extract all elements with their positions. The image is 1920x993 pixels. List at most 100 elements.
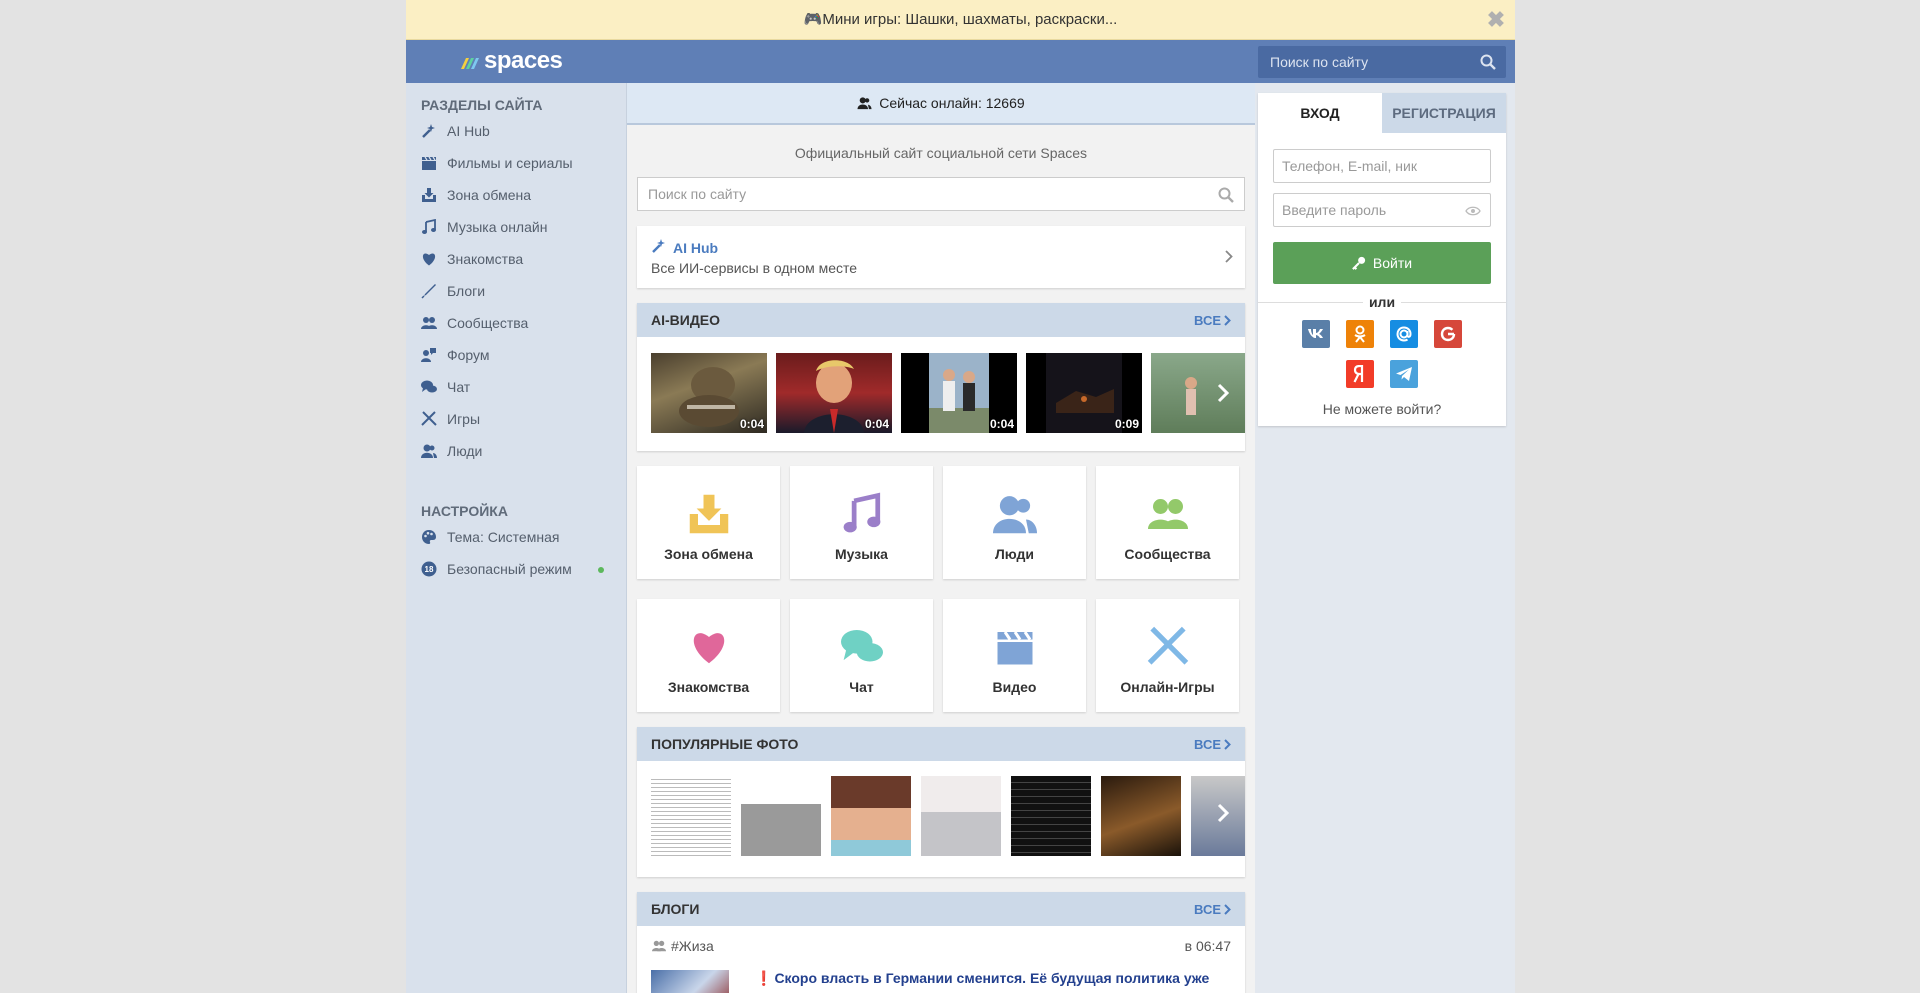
sidebar-item-dating[interactable]: Знакомства [406,243,626,275]
tile-video[interactable]: Видео [943,599,1086,712]
cant-login-link[interactable]: Не можете войти? [1258,401,1506,417]
social-login-row-2 [1258,360,1506,388]
password-input[interactable] [1274,194,1490,226]
people-icon [992,490,1037,538]
yandex-login-button[interactable] [1346,360,1374,388]
blog-post-thumbnail[interactable] [651,970,729,993]
sidebar-item-theme[interactable]: Тема: Системная [406,521,626,553]
popular-photos-all-link[interactable]: Все [1194,737,1231,752]
video-duration: 0:04 [989,417,1014,431]
or-divider: или [1258,294,1506,310]
chevron-right-icon [1224,314,1231,326]
video-thumbnail[interactable]: 0:09 [1026,353,1142,433]
tile-people[interactable]: Люди [943,466,1086,579]
heart-icon [688,623,730,671]
ai-hub-card[interactable]: AI Hub Все ИИ-сервисы в одном месте [637,226,1245,288]
video-thumbnail[interactable]: 0:04 [776,353,892,433]
promo-banner-text[interactable]: 🎮Мини игры: Шашки, шахматы, раскраски... [804,11,1118,28]
age-18-badge-text: 18 [425,565,434,574]
person-photo-icon [1185,377,1197,415]
tile-dating[interactable]: Знакомства [637,599,780,712]
login-button-label: Войти [1372,255,1413,271]
ai-video-all-link[interactable]: Все [1194,313,1231,328]
sidebar-item-games[interactable]: Игры [406,403,626,435]
site-header: spaces [406,40,1515,83]
vk-login-button[interactable] [1302,320,1330,348]
tile-communities[interactable]: Сообщества [1096,466,1239,579]
sidebar-item-people[interactable]: Люди [406,435,626,467]
header-search-input[interactable] [1258,46,1506,78]
music-note-icon [421,219,437,235]
sidebar-item-label: Форум [447,347,490,363]
tab-login[interactable]: Вход [1258,93,1382,133]
chat-icon [840,623,883,671]
blog-post-meta: #Жиза в 06:47 [651,938,1231,954]
popular-photos-header: Популярные фото Все [637,727,1245,761]
tile-online-games[interactable]: Онлайн-Игры [1096,599,1239,712]
tile-label: Сообщества [1124,546,1211,562]
sidebar-item-blogs[interactable]: Блоги [406,275,626,307]
search-icon[interactable] [1218,187,1234,206]
sections-grid: Зона обмена Музыка Люди Сообщества Знако… [637,466,1245,712]
photo-thumbnail[interactable] [741,776,821,856]
search-icon[interactable] [1480,54,1496,73]
chevron-right-icon [1225,250,1233,266]
eye-icon[interactable] [1465,204,1481,220]
sidebar-item-label: Безопасный режим [447,561,572,577]
chevron-right-icon [1224,738,1231,750]
google-icon [1440,326,1456,342]
chevron-right-icon [1224,903,1231,915]
film-icon [421,155,437,171]
photo-thumbnail[interactable] [831,776,911,856]
video-duration: 0:04 [864,417,889,431]
sidebar-item-films[interactable]: Фильмы и сериалы [406,147,626,179]
promo-banner[interactable]: 🎮Мини игры: Шашки, шахматы, раскраски...… [406,0,1515,40]
sidebar-item-safe-mode[interactable]: 18 Безопасный режим [406,553,626,585]
tile-exchange[interactable]: Зона обмена [637,466,780,579]
pen-icon [421,283,437,299]
google-login-button[interactable] [1434,320,1462,348]
login-button[interactable]: Войти [1273,242,1491,284]
ok-login-button[interactable] [1346,320,1374,348]
blog-post-title[interactable]: ❗ Скоро власть в Германии сменится. Её бу… [755,970,1209,993]
photo-thumbnail[interactable] [1011,776,1091,856]
page: 🎮Мини игры: Шашки, шахматы, раскраски...… [406,0,1515,993]
heart-icon [421,251,437,267]
tile-music[interactable]: Музыка [790,466,933,579]
key-icon [1352,256,1366,270]
sidebar-item-communities[interactable]: Сообщества [406,307,626,339]
sidebar-item-forum[interactable]: Форум [406,339,626,371]
community-icon [1145,490,1191,538]
ai-hub-card-title-text: AI Hub [673,239,719,256]
video-thumbnail[interactable]: 0:04 [651,353,767,433]
photo-thumbnail[interactable] [921,776,1001,856]
chat-icon [421,379,437,395]
scroll-right-arrow[interactable] [1217,803,1230,826]
ai-video-title: AI-видео [651,312,721,328]
sidebar-item-ai-hub[interactable]: AI Hub [406,115,626,147]
sidebar-item-music[interactable]: Музыка онлайн [406,211,626,243]
main-search-input[interactable] [638,178,1244,210]
telegram-login-button[interactable] [1390,360,1418,388]
close-icon[interactable]: ✖ [1485,9,1507,31]
sidebar-item-exchange[interactable]: Зона обмена [406,179,626,211]
film-icon [995,623,1035,671]
ai-video-row: 0:04 0:04 0:04 0:09 [637,337,1245,451]
video-thumbnail[interactable]: 0:04 [901,353,1017,433]
people-icon [857,97,872,110]
photo-thumbnail[interactable] [651,776,731,856]
blogs-all-link[interactable]: Все [1194,902,1231,917]
scroll-right-arrow[interactable] [1217,383,1230,406]
age-18-icon: 18 [421,561,437,577]
photo-thumbnail[interactable] [1101,776,1181,856]
mailru-login-button[interactable] [1390,320,1418,348]
tab-register[interactable]: Регистрация [1382,93,1506,133]
blog-post-tag[interactable]: #Жиза [651,938,714,954]
video-thumbnail[interactable] [1151,353,1245,433]
logo[interactable]: spaces [458,47,563,74]
tile-chat[interactable]: Чат [790,599,933,712]
blog-post[interactable]: #Жиза в 06:47 ❗ Скоро власть в Германии с… [637,926,1245,993]
sidebar-item-chat[interactable]: Чат [406,371,626,403]
login-input[interactable] [1274,150,1490,182]
